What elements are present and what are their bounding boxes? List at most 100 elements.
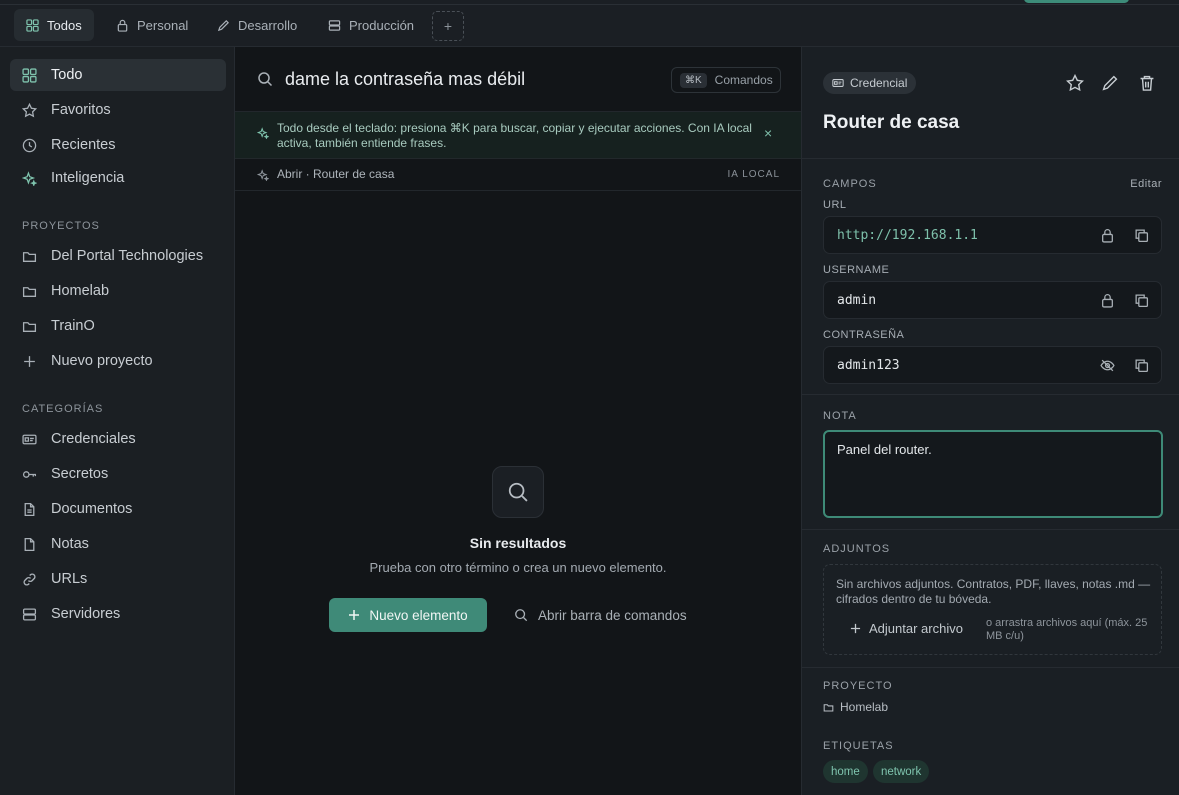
link-icon: [23, 572, 36, 586]
type-badge-label: Credencial: [850, 76, 908, 90]
sidebar-item-label: Favoritos: [51, 102, 111, 118]
sidebar-item-label: Inteligencia: [51, 170, 125, 186]
search-input[interactable]: dame la contraseña mas débil: [285, 69, 525, 90]
search-icon: [515, 609, 528, 622]
commands-label: Comandos: [714, 73, 773, 87]
main-panel: dame la contraseña mas débil ⌘K Comandos…: [235, 47, 801, 795]
suggestion-text: Abrir · Router de casa: [277, 167, 395, 181]
tags-heading: ETIQUETAS: [823, 740, 894, 752]
sidebar-item-favoritos[interactable]: Favoritos: [10, 94, 226, 126]
tag-home[interactable]: home: [823, 760, 868, 783]
url-value: http://192.168.1.1: [837, 228, 978, 243]
sidebar-item-servidores[interactable]: Servidores: [10, 598, 226, 630]
add-tab-button[interactable]: +: [432, 11, 464, 41]
new-item-label: Nuevo elemento: [369, 607, 468, 623]
server-icon: [22, 608, 37, 620]
tab-desarrollo[interactable]: Desarrollo: [205, 9, 309, 41]
tab-personal[interactable]: Personal: [104, 9, 200, 41]
fields-heading: CAMPOS: [823, 178, 877, 190]
copy-icon[interactable]: [1134, 228, 1149, 243]
divider: [802, 529, 1179, 530]
note-heading: NOTA: [823, 410, 857, 422]
sidebar-item-label: Secretos: [51, 466, 109, 482]
username-field[interactable]: admin: [823, 281, 1162, 319]
edit-fields-link[interactable]: Editar: [1130, 178, 1162, 190]
sidebar-item-traino[interactable]: TrainO: [10, 310, 226, 342]
project-link[interactable]: Homelab: [823, 700, 888, 714]
tab-todos[interactable]: Todos: [14, 9, 94, 41]
attachments-empty-text: Sin archivos adjuntos. Contratos, PDF, l…: [836, 577, 1151, 606]
copy-icon[interactable]: [1134, 293, 1149, 308]
open-command-bar-label: Abrir barra de comandos: [538, 607, 687, 623]
sidebar-item-label: Documentos: [51, 501, 133, 517]
keyboard-tip-banner: Todo desde el teclado: presiona ⌘K para …: [235, 112, 801, 159]
star-icon[interactable]: [1066, 74, 1084, 92]
key-icon: [22, 470, 37, 478]
divider: [802, 394, 1179, 395]
close-icon[interactable]: ×: [764, 126, 776, 140]
tag-network[interactable]: network: [873, 760, 930, 783]
categories-heading: CATEGORÍAS: [22, 403, 104, 415]
sidebar-item-urls[interactable]: URLs: [10, 563, 226, 595]
project-heading: PROYECTO: [823, 680, 893, 692]
url-field[interactable]: http://192.168.1.1: [823, 216, 1162, 254]
sidebar-item-label: Homelab: [51, 283, 110, 299]
tab-label: Todos: [47, 17, 82, 33]
projects-heading: PROYECTOS: [22, 220, 100, 232]
tab-label: Personal: [137, 17, 189, 33]
project-name: Homelab: [840, 700, 889, 714]
copy-icon[interactable]: [1134, 358, 1149, 373]
sidebar-item-label: Servidores: [51, 606, 121, 622]
commands-button[interactable]: ⌘K Comandos: [671, 67, 781, 93]
folder-icon: [22, 251, 37, 262]
attachments-heading: ADJUNTOS: [823, 543, 891, 555]
id-card-icon: [22, 434, 37, 444]
empty-state-icon: [492, 466, 544, 518]
sparkle-icon: [22, 170, 37, 186]
sidebar-item-label: Recientes: [51, 137, 116, 153]
new-item-button[interactable]: Nuevo elemento: [329, 598, 487, 632]
detail-panel: Credencial Router de casa CAMPOS Editar …: [801, 47, 1179, 795]
ai-local-badge: IA LOCAL: [727, 169, 780, 180]
sidebar-item-notas[interactable]: Notas: [10, 528, 226, 560]
folder-icon: [22, 321, 37, 332]
lock-icon[interactable]: [1100, 293, 1115, 308]
empty-state-title: Sin resultados: [469, 535, 567, 551]
ai-suggestion-row[interactable]: Abrir · Router de casa IA LOCAL: [235, 159, 801, 191]
pencil-icon[interactable]: [1101, 74, 1119, 92]
sidebar-item-inteligencia[interactable]: Inteligencia: [10, 162, 226, 194]
empty-state-subtitle: Prueba con otro término o crea un nuevo …: [369, 560, 667, 575]
field-label-password: CONTRASEÑA: [823, 329, 905, 341]
sidebar-item-del-portal[interactable]: Del Portal Technologies: [10, 240, 226, 272]
field-label-username: USERNAME: [823, 264, 890, 276]
tab-produccion[interactable]: Producción: [316, 9, 426, 41]
note-textarea[interactable]: Panel del router.: [823, 430, 1163, 518]
attach-file-button[interactable]: Adjuntar archivo: [850, 621, 963, 636]
sidebar-item-label: Notas: [51, 536, 89, 552]
lock-icon: [117, 19, 128, 32]
plus-icon: [24, 355, 35, 367]
open-command-bar-button[interactable]: Abrir barra de comandos: [511, 598, 701, 632]
tab-bar: Todos Personal Desarrollo Producción +: [0, 0, 1179, 47]
trash-icon[interactable]: [1138, 74, 1156, 92]
sidebar-item-todo[interactable]: Todo: [10, 59, 226, 91]
pencil-icon: [217, 19, 229, 31]
sidebar-item-documentos[interactable]: Documentos: [10, 493, 226, 525]
sidebar-item-homelab[interactable]: Homelab: [10, 275, 226, 307]
eye-off-icon[interactable]: [1100, 358, 1115, 373]
lock-icon[interactable]: [1100, 228, 1115, 243]
divider: [802, 667, 1179, 668]
sidebar-item-credenciales[interactable]: Credenciales: [10, 423, 226, 455]
password-field[interactable]: admin123: [823, 346, 1162, 384]
sidebar-item-nuevo-proyecto[interactable]: Nuevo proyecto: [10, 345, 226, 377]
search-icon: [508, 482, 528, 502]
folder-icon: [22, 286, 37, 297]
tab-label: Desarrollo: [238, 17, 298, 33]
top-accent-button[interactable]: [1024, 0, 1129, 3]
item-title: Router de casa: [823, 112, 960, 133]
star-icon: [22, 102, 37, 117]
id-card-icon: [832, 79, 844, 87]
sidebar-item-recientes[interactable]: Recientes: [10, 129, 226, 161]
attachments-dropzone[interactable]: Sin archivos adjuntos. Contratos, PDF, l…: [823, 564, 1162, 655]
sidebar-item-secretos[interactable]: Secretos: [10, 458, 226, 490]
